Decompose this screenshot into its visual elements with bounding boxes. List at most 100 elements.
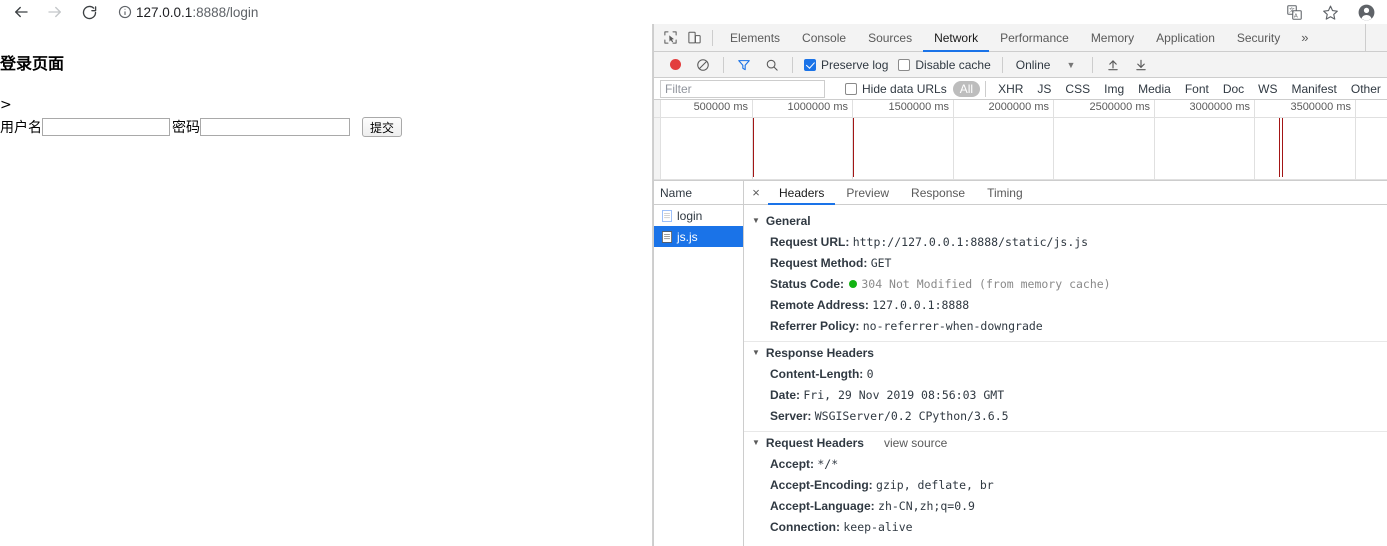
username-label: 用户名	[0, 120, 42, 136]
request-name: login	[677, 208, 703, 223]
svg-text:A: A	[1294, 13, 1298, 19]
filter-funnel-icon[interactable]	[731, 54, 757, 76]
header-key: Remote Address:	[770, 298, 869, 312]
request-row-login[interactable]: login	[654, 205, 743, 226]
chevron-down-icon[interactable]: ▼	[1052, 60, 1085, 70]
filter-xhr[interactable]: XHR	[991, 81, 1030, 97]
filter-css[interactable]: CSS	[1058, 81, 1097, 97]
timeline-tick-label: 3500000 ms	[1290, 101, 1351, 113]
record-button-icon[interactable]	[662, 54, 688, 76]
script-file-icon	[662, 230, 672, 243]
throttle-select[interactable]: Online ▼	[1010, 58, 1086, 72]
request-row-js[interactable]: js.js	[654, 226, 743, 247]
profile-avatar-icon[interactable]	[1353, 0, 1379, 24]
throttle-value: Online	[1015, 57, 1051, 72]
network-toolbar: Preserve log Disable cache Online ▼	[654, 52, 1387, 78]
header-row-referrer-policy: Referrer Policy: no-referrer-when-downgr…	[744, 316, 1387, 337]
import-har-icon[interactable]	[1100, 54, 1126, 76]
request-detail-panel: × Headers Preview Response Timing ▼ Gene…	[744, 181, 1387, 546]
url-host: 127.0.0.1	[136, 4, 193, 20]
chevron-down-icon[interactable]: ▼	[752, 349, 760, 357]
tab-memory[interactable]: Memory	[1080, 24, 1145, 52]
header-value: GET	[870, 256, 892, 270]
hide-data-urls-label: Hide data URLs	[862, 81, 947, 96]
disable-cache-toggle[interactable]: Disable cache	[894, 58, 994, 72]
requests-list-panel: Name login js.js	[654, 181, 744, 546]
preserve-log-toggle[interactable]: Preserve log	[800, 58, 892, 72]
login-form: 用户名 密码 提交	[0, 117, 403, 137]
header-key: Referrer Policy:	[770, 319, 860, 333]
filter-input[interactable]	[660, 79, 825, 98]
view-source-link[interactable]: view source	[870, 436, 947, 450]
section-title: General	[765, 214, 811, 228]
tab-security[interactable]: Security	[1226, 24, 1291, 52]
page-info-icon[interactable]	[114, 4, 136, 20]
section-title: Request Headers	[765, 436, 864, 450]
filter-manifest[interactable]: Manifest	[1285, 81, 1344, 97]
timeline-tick-label: 1500000 ms	[888, 101, 949, 113]
filter-font[interactable]: Font	[1178, 81, 1216, 97]
header-value: http://127.0.0.1:8888/static/js.js	[852, 235, 1089, 249]
chevron-down-icon[interactable]: ▼	[752, 217, 760, 225]
filter-other[interactable]: Other	[1344, 81, 1387, 97]
timeline-tick-label: 2000000 ms	[988, 101, 1049, 113]
tab-headers[interactable]: Headers	[768, 181, 835, 205]
close-icon[interactable]: ×	[744, 185, 768, 200]
password-input[interactable]	[200, 118, 350, 136]
hide-data-urls-toggle[interactable]: Hide data URLs	[841, 82, 951, 96]
submit-button[interactable]: 提交	[362, 117, 403, 137]
tab-elements[interactable]: Elements	[719, 24, 791, 52]
reload-icon[interactable]	[72, 0, 106, 24]
header-row-accept: Accept: */*	[744, 454, 1387, 475]
section-request-headers-header[interactable]: ▼ Request Headers view source	[744, 432, 1387, 454]
tab-timing[interactable]: Timing	[976, 181, 1034, 205]
inspect-element-icon[interactable]	[658, 26, 682, 50]
clear-icon[interactable]	[690, 54, 716, 76]
tab-console[interactable]: Console	[791, 24, 857, 52]
hide-data-urls-checkbox[interactable]	[845, 82, 857, 95]
timeline-event-marker	[1279, 118, 1280, 177]
tab-performance[interactable]: Performance	[989, 24, 1080, 52]
device-toolbar-icon[interactable]	[682, 26, 706, 50]
password-label: 密码	[172, 120, 200, 136]
back-icon[interactable]	[4, 0, 38, 24]
section-response-headers-header[interactable]: ▼ Response Headers	[744, 342, 1387, 364]
address-bar[interactable]: 127.0.0.1:8888/login	[114, 1, 1281, 23]
filter-js[interactable]: JS	[1030, 81, 1058, 97]
translate-icon[interactable]: A文	[1281, 0, 1307, 24]
header-row-content-length: Content-Length: 0	[744, 364, 1387, 385]
star-icon[interactable]	[1317, 0, 1343, 24]
devtools-tab-list: Elements Console Sources Network Perform…	[719, 24, 1318, 52]
header-value: */*	[817, 457, 839, 471]
disable-cache-checkbox[interactable]	[898, 58, 911, 71]
forward-icon[interactable]	[38, 0, 72, 24]
tab-preview[interactable]: Preview	[835, 181, 900, 205]
preserve-log-checkbox[interactable]	[804, 58, 816, 71]
header-key: Status Code:	[770, 277, 845, 291]
export-har-icon[interactable]	[1128, 54, 1154, 76]
chevron-down-icon[interactable]: ▼	[752, 439, 760, 447]
username-input[interactable]	[42, 118, 170, 136]
toolbar-actions: A文	[1281, 0, 1387, 24]
header-key: Content-Length:	[770, 367, 864, 381]
more-tabs-icon[interactable]: »	[1291, 24, 1318, 52]
tab-response[interactable]: Response	[900, 181, 976, 205]
network-overview-timeline[interactable]: 500000 ms 1000000 ms 1500000 ms 2000000 …	[654, 100, 1387, 181]
requests-column-header[interactable]: Name	[654, 181, 743, 205]
headers-content: ▼ General Request URL: http://127.0.0.1:…	[744, 205, 1387, 546]
filter-ws[interactable]: WS	[1251, 81, 1284, 97]
timeline-divisions: 500000 ms 1000000 ms 1500000 ms 2000000 …	[654, 100, 1387, 180]
header-value: 127.0.0.1:8888	[872, 298, 970, 312]
tab-sources[interactable]: Sources	[857, 24, 923, 52]
filter-all[interactable]: All	[952, 80, 981, 97]
tab-application[interactable]: Application	[1145, 24, 1226, 52]
tab-network[interactable]: Network	[923, 24, 989, 52]
filter-doc[interactable]: Doc	[1216, 81, 1251, 97]
search-magnifier-icon[interactable]	[759, 54, 785, 76]
section-general-header[interactable]: ▼ General	[744, 210, 1387, 232]
filter-img[interactable]: Img	[1097, 81, 1131, 97]
filter-media[interactable]: Media	[1131, 81, 1178, 97]
disable-cache-label: Disable cache	[915, 57, 991, 72]
devtools-menu-area[interactable]	[1365, 24, 1387, 52]
header-value: Fri, 29 Nov 2019 08:56:03 GMT	[803, 388, 1005, 402]
